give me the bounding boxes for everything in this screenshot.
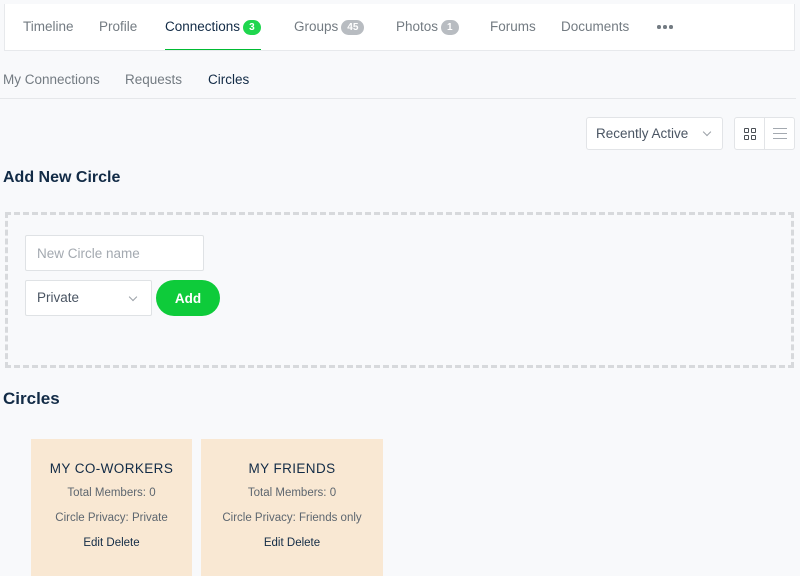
add-circle-heading: Add New Circle (3, 169, 121, 186)
circle-actions: Edit Delete (201, 537, 383, 549)
circle-name-input[interactable] (25, 235, 204, 271)
connections-count-badge: 3 (243, 20, 261, 35)
circle-card: MY CO-WORKERS Total Members: 0 Circle Pr… (31, 439, 192, 576)
subnav-divider (0, 98, 796, 99)
subtab-label: My Connections (3, 72, 100, 87)
tab-connections[interactable]: Connections 3 (165, 4, 261, 50)
circle-members: Total Members: 0 (247, 487, 337, 499)
subtab-requests[interactable]: Requests (125, 63, 182, 98)
delete-circle-link[interactable]: Delete (287, 537, 320, 549)
delete-circle-link[interactable]: Delete (106, 537, 139, 549)
tab-documents[interactable]: Documents (561, 4, 629, 50)
chevron-down-icon (702, 127, 712, 137)
tab-label: Groups (294, 19, 339, 34)
tab-label: Profile (99, 19, 138, 34)
tab-timeline[interactable]: Timeline (23, 4, 74, 50)
tab-label: Documents (561, 19, 630, 34)
circle-privacy: Circle Privacy: Friends only (222, 512, 362, 524)
tab-label: Photos (396, 19, 439, 34)
privacy-selected-value: Private (37, 290, 80, 305)
add-circle-button[interactable]: Add (156, 280, 220, 316)
circle-actions: Edit Delete (31, 537, 192, 549)
circle-privacy: Circle Privacy: Private (55, 512, 168, 524)
subtab-my-connections[interactable]: My Connections (3, 63, 100, 98)
tab-forums[interactable]: Forums (490, 4, 536, 50)
subtab-circles[interactable]: Circles (208, 63, 250, 99)
profile-nav: Timeline Profile Connections 3 Groups 45 P… (4, 4, 795, 51)
chevron-down-icon (128, 292, 138, 302)
more-horizontal-icon[interactable] (657, 25, 673, 29)
list-view-icon (773, 128, 787, 139)
circle-title: MY CO-WORKERS (49, 461, 174, 476)
tab-label: Timeline (23, 19, 74, 34)
grid-view-button[interactable] (735, 118, 765, 149)
grid-view-icon (744, 128, 756, 140)
groups-count-badge: 45 (341, 20, 365, 35)
subtab-label: Requests (125, 72, 183, 87)
sort-select[interactable]: Recently Active (586, 117, 723, 150)
view-toggle (734, 117, 795, 150)
tab-groups[interactable]: Groups 45 (294, 4, 365, 50)
tab-profile[interactable]: Profile (99, 4, 137, 50)
circle-members: Total Members: 0 (67, 487, 156, 499)
list-view-button[interactable] (765, 118, 795, 149)
photos-count-badge: 1 (441, 20, 459, 35)
edit-circle-link[interactable]: Edit (83, 537, 103, 549)
subtab-label: Circles (208, 72, 250, 87)
circle-privacy-select[interactable]: Private (25, 280, 152, 316)
tab-label: Connections (165, 19, 241, 34)
circle-card: MY FRIENDS Total Members: 0 Circle Priva… (201, 439, 383, 576)
sort-selected-value: Recently Active (596, 126, 689, 141)
circle-title: MY FRIENDS (248, 461, 336, 476)
tab-photos[interactable]: Photos 1 (396, 4, 459, 50)
edit-circle-link[interactable]: Edit (264, 537, 284, 549)
tab-label: Forums (490, 19, 536, 34)
circles-heading: Circles (3, 389, 60, 408)
